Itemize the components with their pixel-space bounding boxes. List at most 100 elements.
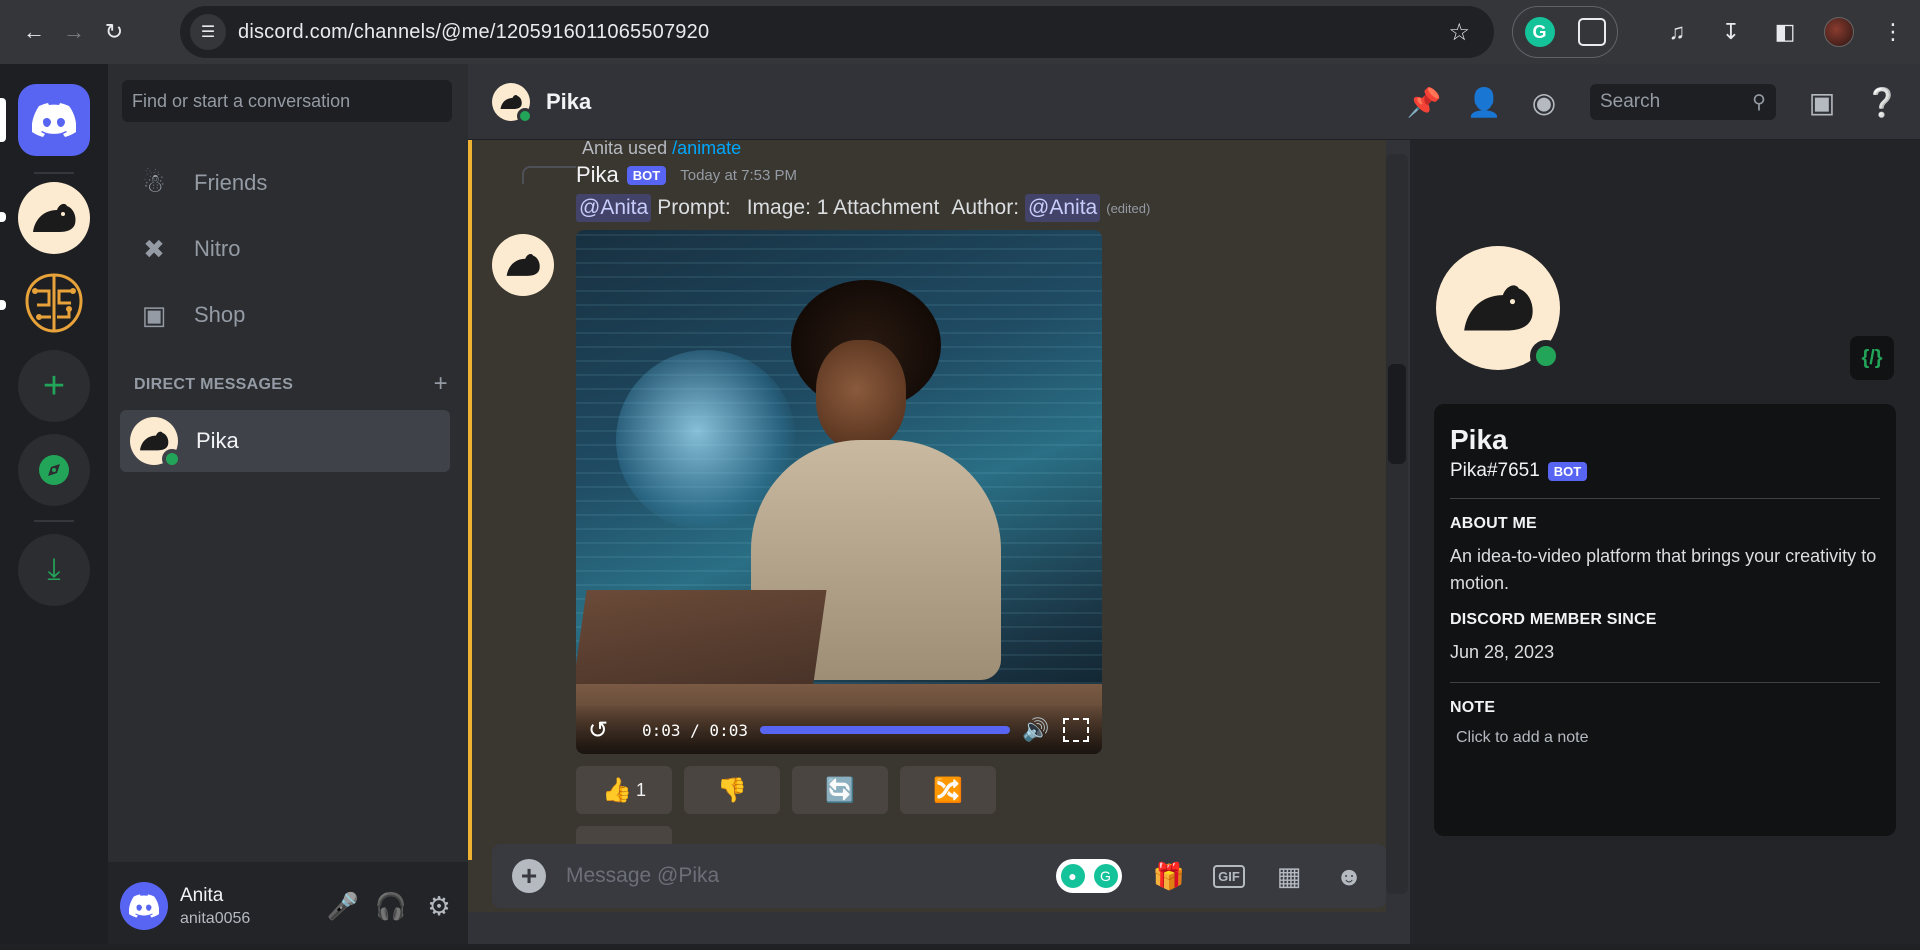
reply-spine bbox=[522, 166, 576, 184]
server-divider bbox=[34, 172, 74, 174]
search-icon: ⚲ bbox=[1752, 91, 1766, 113]
bot-badge: BOT bbox=[626, 165, 667, 185]
sticker-icon[interactable]: ▦ bbox=[1264, 851, 1314, 901]
thumbs-down-button[interactable]: 👎 bbox=[684, 766, 780, 814]
edited-label: (edited) bbox=[1106, 200, 1151, 216]
site-info-icon[interactable]: ☰ bbox=[190, 14, 226, 50]
message-content: @Anita Prompt: Image: 1 Attachment Autho… bbox=[576, 194, 1150, 222]
browser-menu-icon[interactable]: ⋮ bbox=[1866, 5, 1920, 59]
video-progress-bar[interactable] bbox=[759, 726, 1010, 734]
pinned-messages-icon[interactable]: 📌 bbox=[1394, 72, 1454, 132]
regenerate-icon: 🔄 bbox=[825, 776, 855, 804]
unread-indicator bbox=[0, 212, 6, 222]
settings-gear-icon[interactable]: ⚙ bbox=[422, 886, 456, 926]
extensions-puzzle-icon[interactable] bbox=[1577, 18, 1606, 46]
gift-icon[interactable]: 🎁 bbox=[1144, 851, 1194, 901]
thumbs-up-button[interactable]: 👍 1 bbox=[576, 766, 672, 814]
regenerate-button[interactable]: 🔄 bbox=[792, 766, 888, 814]
pika-logo-icon bbox=[33, 203, 76, 232]
scroll-thumb[interactable] bbox=[1388, 364, 1406, 464]
thumbs-up-icon: 👍 bbox=[602, 776, 632, 804]
message-input[interactable]: Message @Pika bbox=[566, 864, 1056, 888]
direct-messages-button[interactable] bbox=[18, 84, 90, 156]
nav-shop-label: Shop bbox=[194, 302, 246, 327]
mention[interactable]: @Anita bbox=[576, 194, 652, 222]
video-controls: ↺ 0:03 / 0:03 🔊 bbox=[576, 706, 1102, 754]
member-since-title: DISCORD MEMBER SINCE bbox=[1450, 611, 1657, 628]
address-bar[interactable]: ☰ discord.com/channels/@me/1205916011065… bbox=[180, 6, 1494, 58]
gif-icon: GIF bbox=[1213, 864, 1245, 888]
chat-header: Pika 📌 👤 ◉ Search ⚲ ▣ ❔ bbox=[468, 64, 1920, 140]
prompt-text: Prompt: bbox=[657, 196, 731, 219]
profile-tag: Pika#7651 bbox=[1450, 460, 1540, 481]
server-ai-brain[interactable] bbox=[18, 268, 90, 340]
shuffle-icon: 🔀 bbox=[933, 776, 963, 804]
emoji-icon[interactable]: ☻ bbox=[1324, 851, 1374, 901]
avatar[interactable] bbox=[492, 234, 554, 296]
bookmark-star-icon[interactable]: ☆ bbox=[1448, 18, 1470, 47]
media-control-icon[interactable]: ♫ bbox=[1650, 5, 1704, 59]
lightbulb-icon: ● bbox=[1060, 864, 1085, 888]
nav-nitro[interactable]: ✖ Nitro bbox=[120, 220, 458, 278]
reply-command[interactable]: /animate bbox=[672, 140, 741, 158]
thumbs-down-icon: 👎 bbox=[717, 776, 747, 804]
developer-badge-icon[interactable]: {/} bbox=[1850, 336, 1894, 380]
help-icon[interactable]: ❔ bbox=[1852, 72, 1912, 132]
download-icon[interactable]: ↧ bbox=[1704, 5, 1758, 59]
user-profile-toggle-icon[interactable]: ◉ bbox=[1514, 72, 1574, 132]
explore-servers-button[interactable] bbox=[18, 434, 90, 506]
home-indicator bbox=[0, 98, 6, 142]
side-panel-icon[interactable]: ◧ bbox=[1758, 5, 1812, 59]
nitro-icon: ✖ bbox=[143, 233, 165, 264]
scroll-track[interactable] bbox=[1386, 154, 1408, 894]
discord-app: + ⤓ Find or start a conversation ☃ Frien… bbox=[0, 64, 1920, 950]
discord-logo-icon bbox=[32, 103, 76, 137]
channel-title: Pika bbox=[546, 88, 592, 114]
grammarly-widget[interactable]: ● G bbox=[1056, 859, 1122, 893]
profile-avatar[interactable] bbox=[1436, 246, 1562, 372]
remix-button[interactable]: 🔀 bbox=[900, 766, 996, 814]
dm-item-pika[interactable]: Pika bbox=[120, 410, 450, 472]
bot-badge: BOT bbox=[1547, 461, 1588, 481]
mute-microphone-icon[interactable]: 🎤 bbox=[326, 886, 360, 926]
replay-icon[interactable]: ↺ bbox=[588, 716, 618, 745]
inbox-icon[interactable]: ▣ bbox=[1792, 72, 1852, 132]
forward-icon[interactable]: → bbox=[54, 12, 94, 52]
upload-plus-button[interactable]: + bbox=[512, 859, 546, 893]
mention[interactable]: @Anita bbox=[1025, 194, 1101, 222]
avatar bbox=[130, 417, 182, 469]
back-icon[interactable]: ← bbox=[14, 12, 54, 52]
download-apps-button[interactable]: ⤓ bbox=[18, 534, 90, 606]
add-server-button[interactable]: + bbox=[18, 350, 90, 422]
reply-user: Anita bbox=[582, 140, 624, 158]
note-title: NOTE bbox=[1450, 699, 1496, 716]
unread-indicator bbox=[0, 300, 6, 310]
user-profile-panel: {/} Pika Pika#7651 BOT ABOUT ME An idea-… bbox=[1410, 140, 1920, 950]
nav-friends[interactable]: ☃ Friends bbox=[120, 154, 458, 212]
search-placeholder: Search bbox=[1600, 91, 1661, 112]
add-friends-to-dm-icon[interactable]: 👤 bbox=[1454, 72, 1514, 132]
server-pika[interactable] bbox=[18, 182, 90, 254]
user-avatar[interactable] bbox=[120, 882, 168, 930]
create-dm-icon[interactable]: + bbox=[434, 370, 448, 398]
grammarly-extension-icon[interactable]: G bbox=[1524, 17, 1555, 47]
gif-button[interactable]: GIF bbox=[1204, 851, 1254, 901]
pika-logo-icon bbox=[506, 254, 540, 276]
user-username: anita0056 bbox=[180, 909, 251, 927]
command-reply[interactable]: Anita used /animate bbox=[582, 140, 741, 159]
url-text[interactable]: discord.com/channels/@me/120591601106550… bbox=[238, 21, 709, 44]
profile-avatar[interactable] bbox=[1812, 5, 1866, 59]
note-input[interactable]: Click to add a note bbox=[1456, 729, 1880, 747]
search-input[interactable]: Search ⚲ bbox=[1590, 84, 1776, 120]
dm-section-header: DIRECT MESSAGES + bbox=[134, 370, 448, 398]
headphones-icon[interactable]: 🎧 bbox=[374, 886, 408, 926]
message-author[interactable]: Pika bbox=[576, 162, 619, 188]
volume-icon[interactable]: 🔊 bbox=[1022, 717, 1049, 743]
video-attachment[interactable]: ↺ 0:03 / 0:03 🔊 bbox=[576, 230, 1102, 754]
video-frame-face bbox=[816, 340, 906, 450]
nav-shop[interactable]: ▣ Shop bbox=[120, 286, 458, 344]
find-conversation-button[interactable]: Find or start a conversation bbox=[122, 80, 452, 122]
fullscreen-icon[interactable] bbox=[1063, 718, 1090, 742]
online-status-icon bbox=[1530, 340, 1562, 372]
reload-icon[interactable]: ↻ bbox=[94, 12, 134, 52]
